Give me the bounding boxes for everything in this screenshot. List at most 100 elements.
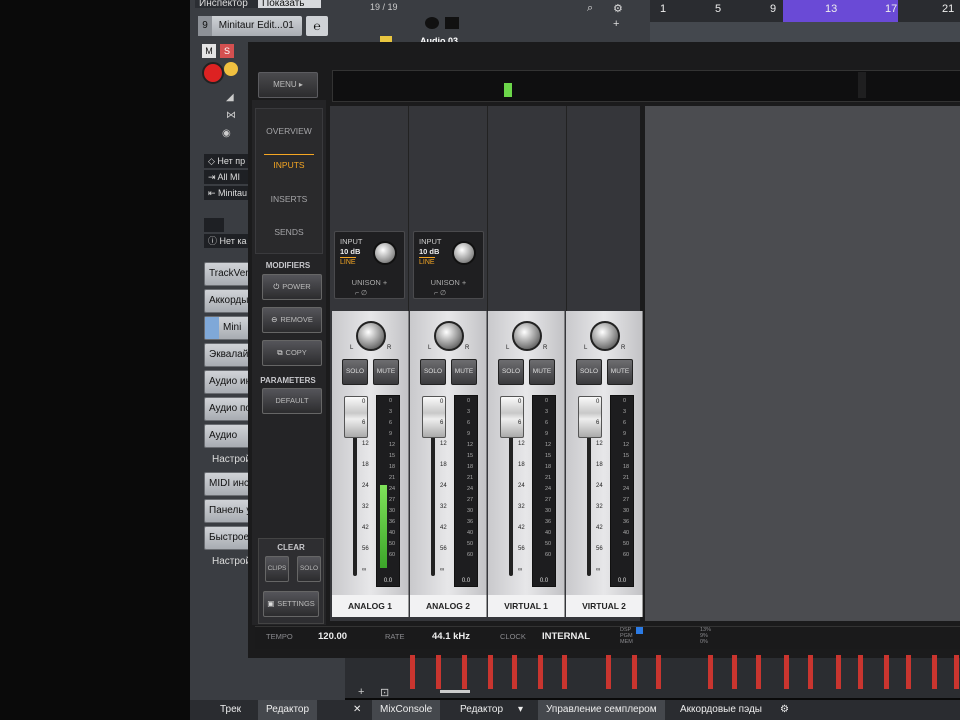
mute-button[interactable]: M [202,44,216,58]
channel-name[interactable]: ANALOG 1 [332,595,409,617]
monitor-all-icon[interactable] [445,17,459,29]
unison-label[interactable]: UNISON + [335,278,404,287]
event-marker[interactable] [410,655,415,689]
event-display[interactable] [650,22,960,42]
solo-button[interactable]: SOLO [498,359,524,385]
event-marker[interactable] [562,655,567,689]
monitor-icon[interactable] [224,62,238,76]
eye-icon[interactable]: ◉ [222,128,231,139]
close-icon[interactable]: ✕ [345,700,369,720]
tab-inspector[interactable]: Инспектор [195,0,263,8]
event-marker[interactable] [632,655,637,689]
write-icon[interactable]: ⋈ [226,110,236,121]
event-marker[interactable] [462,655,467,689]
event-marker[interactable] [732,655,737,689]
copy-button[interactable]: ⧉ COPY [262,340,322,366]
zoom-slider[interactable] [440,690,470,693]
event-marker[interactable] [512,655,517,689]
clear-clips-button[interactable]: CLIPS [265,556,289,582]
event-marker[interactable] [708,655,713,689]
tab-editor[interactable]: Редактор [258,700,318,720]
solo-button[interactable]: SOLO [420,359,446,385]
tab-show[interactable]: Показать [258,0,321,8]
section-quick-controls[interactable]: Быстрое [204,526,254,550]
mute-button[interactable]: MUTE [451,359,477,385]
section-audio-sends[interactable]: Аудио по [204,397,254,421]
input-type[interactable]: LINE [340,257,356,266]
event-marker[interactable] [884,655,889,689]
timeline-ruler[interactable]: 1 5 9 13 17 21 [650,0,960,22]
search-icon[interactable]: ⌕ [587,2,593,15]
settings-label-1[interactable]: Настрой [212,454,251,465]
gain-knob[interactable] [373,241,397,265]
tab-editor-2[interactable]: Редактор [452,700,511,720]
tab-sampler-control[interactable]: Управление семплером [538,700,665,720]
tab-overview[interactable]: OVERVIEW [256,126,322,136]
channel-name[interactable]: ANALOG 2 [410,595,487,617]
pan-knob[interactable] [434,321,464,351]
tab-inputs[interactable]: INPUTS [256,160,322,170]
channel-name[interactable]: VIRTUAL 2 [566,595,643,617]
solo-button[interactable]: SOLO [342,359,368,385]
section-minitaur[interactable]: Mini [204,316,254,340]
section-eq[interactable]: Эквалайз [204,343,254,367]
add-icon[interactable]: + [358,686,364,698]
folder-icon[interactable]: ⊡ [380,686,389,699]
event-marker[interactable] [954,655,959,689]
clock-value[interactable]: INTERNAL [542,631,590,642]
event-marker[interactable] [932,655,937,689]
lowcut-phase-icon[interactable]: ⌐ ∅ [434,289,446,297]
settings-button[interactable]: ▣ SETTINGS [263,591,319,617]
section-trackversions[interactable]: TrackVers [204,262,254,286]
pan-knob[interactable] [590,321,620,351]
rate-value[interactable]: 44.1 kHz [432,631,470,642]
loop-range[interactable] [783,0,898,22]
event-marker[interactable] [606,655,611,689]
mute-button[interactable]: MUTE [373,359,399,385]
input-type[interactable]: LINE [419,257,435,266]
strip-scroll[interactable] [858,72,866,98]
record-icon[interactable] [202,62,224,84]
mute-button[interactable]: MUTE [529,359,555,385]
tab-inserts[interactable]: INSERTS [256,194,322,204]
event-marker[interactable] [784,655,789,689]
settings-label-2[interactable]: Настрой [212,556,251,567]
event-marker[interactable] [538,655,543,689]
tab-chord-pads[interactable]: Аккордовые пэды [672,700,770,720]
solo-button[interactable]: SOLO [576,359,602,385]
edit-instrument-icon[interactable]: ℮ [306,16,328,36]
section-audio-inserts[interactable]: Аудио ин [204,370,254,394]
event-marker[interactable] [436,655,441,689]
section-panel[interactable]: Панель у [204,499,254,523]
inspector-track-header[interactable]: 9 Minitaur Edit...01 [198,16,302,36]
event-marker[interactable] [906,655,911,689]
tab-sends[interactable]: SENDS [256,227,322,237]
clear-solo-button[interactable]: SOLO [297,556,321,582]
add-track-icon[interactable]: + [613,18,619,30]
event-marker[interactable] [756,655,761,689]
default-button[interactable]: DEFAULT [262,388,322,414]
input-preamp-1[interactable]: INPUT 10 dB LINE UNISON + ⌐ ∅ [334,231,405,299]
event-marker[interactable] [808,655,813,689]
tab-mixconsole[interactable]: MixConsole [372,700,441,720]
event-marker[interactable] [656,655,661,689]
event-marker[interactable] [836,655,841,689]
solo-button[interactable]: S [220,44,234,58]
gain-knob[interactable] [452,241,476,265]
event-marker[interactable] [858,655,863,689]
input-preamp-2[interactable]: INPUT 10 dB LINE UNISON + ⌐ ∅ [413,231,484,299]
channel-field[interactable] [204,218,224,232]
unison-label[interactable]: UNISON + [414,278,483,287]
read-icon[interactable]: ◢ [226,92,234,103]
gear-icon[interactable]: ⚙ [613,2,623,15]
remove-button[interactable]: ⊖ REMOVE [262,307,322,333]
lowcut-phase-icon[interactable]: ⌐ ∅ [355,289,367,297]
channel-name[interactable]: VIRTUAL 1 [488,595,565,617]
section-audio-fader[interactable]: Аудио фе [204,424,254,448]
menu-button[interactable]: MENU ▸ [258,72,318,98]
tempo-value[interactable]: 120.00 [318,631,347,642]
record-enable-icon[interactable] [425,17,439,29]
power-button[interactable]: ⏻ POWER [262,274,322,300]
section-midi-inserts[interactable]: MIDI инс [204,472,254,496]
mute-button[interactable]: MUTE [607,359,633,385]
